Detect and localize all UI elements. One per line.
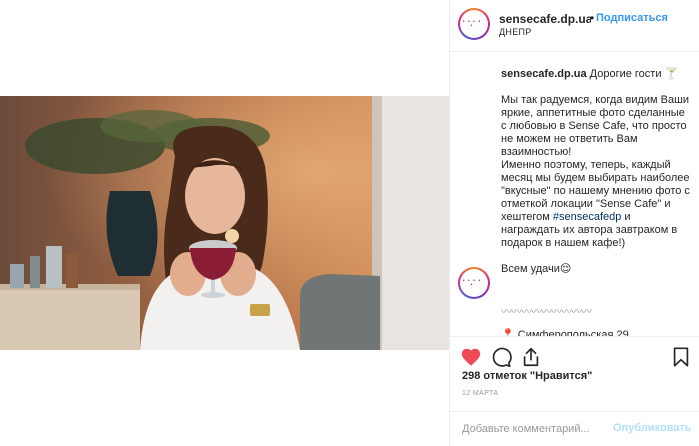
avatar[interactable]: • • • • • bbox=[458, 8, 490, 40]
post-media-area bbox=[0, 0, 449, 446]
post-photo[interactable] bbox=[0, 96, 449, 350]
post-date: 12 МАРТА bbox=[462, 390, 499, 397]
avatar-logo-icon: • • • • • bbox=[462, 19, 482, 29]
caption-hashtag[interactable]: #sensecafedp bbox=[553, 211, 622, 223]
post-photo-image bbox=[0, 96, 449, 350]
location-link[interactable]: ДНЕПР bbox=[499, 27, 532, 37]
likes-count[interactable]: 298 отметок "Нравится" bbox=[462, 370, 592, 382]
caption-wave-divider: 〰〰〰〰〰〰〰〰〰 bbox=[501, 306, 592, 318]
caption-author[interactable]: sensecafe.dp.ua bbox=[501, 68, 587, 80]
header-separator: • bbox=[590, 11, 595, 25]
caption-body: Дорогие гости 🍸 Мы так радуемся, когда в… bbox=[501, 68, 690, 223]
bookmark-icon[interactable] bbox=[670, 346, 692, 368]
post-header: • • • • • sensecafe.dp.ua • Подписаться … bbox=[450, 0, 699, 52]
comment-icon[interactable] bbox=[490, 346, 512, 368]
follow-button[interactable]: Подписаться bbox=[596, 12, 668, 24]
avatar-logo-icon: • • • • • bbox=[462, 278, 482, 288]
post-sidebar: • • • • • sensecafe.dp.ua • Подписаться … bbox=[449, 0, 699, 446]
header-username[interactable]: sensecafe.dp.ua bbox=[499, 12, 591, 26]
caption-text: sensecafe.dp.ua Дорогие гости 🍸 Мы так р… bbox=[501, 68, 691, 276]
heart-filled-icon[interactable] bbox=[460, 346, 482, 368]
caption-avatar[interactable]: • • • • • bbox=[458, 267, 490, 299]
caption-address: 📍 Симферопольская 29 bbox=[501, 329, 629, 336]
publish-button[interactable]: Опубликовать bbox=[613, 422, 692, 434]
comment-bar: Опубликовать bbox=[450, 411, 699, 446]
comment-input[interactable] bbox=[462, 420, 612, 438]
share-icon[interactable] bbox=[520, 346, 542, 368]
caption-area: • • • • • sensecafe.dp.ua Дорогие гости … bbox=[450, 52, 699, 336]
